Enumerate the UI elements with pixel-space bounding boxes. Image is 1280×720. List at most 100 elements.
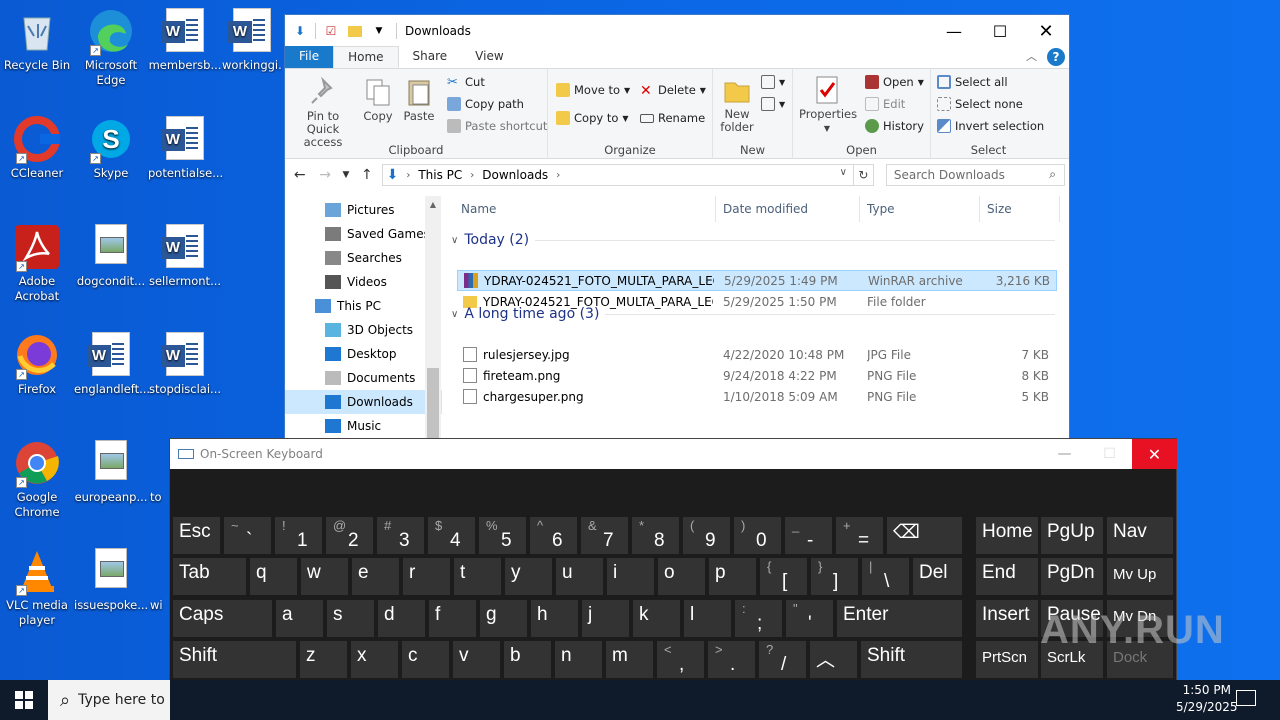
taskbar-search[interactable]: ⌕ Type here to [48, 680, 170, 720]
key-v[interactable]: v [453, 641, 500, 678]
desktop-icon-to[interactable]: to [150, 440, 170, 505]
scroll-thumb[interactable] [427, 368, 439, 444]
key-a[interactable]: a [276, 600, 323, 637]
up-arrow-icon[interactable]: ↑ [356, 163, 377, 187]
key-p[interactable]: p [709, 558, 756, 595]
key-bracket-close[interactable]: }] [811, 558, 858, 595]
copy-path-button[interactable]: Copy path [447, 97, 524, 111]
key-del[interactable]: Del [913, 558, 962, 595]
copy-button[interactable]: Copy [360, 77, 396, 123]
nav-item-saved-games[interactable]: Saved Games [285, 222, 442, 246]
nav-scrollbar[interactable]: ▲ [425, 196, 441, 444]
tab-home[interactable]: Home [333, 46, 399, 68]
key-prtscn[interactable]: PrtScn [976, 641, 1038, 678]
tab-view[interactable]: View [461, 46, 517, 68]
key-pgdn[interactable]: PgDn [1041, 558, 1103, 595]
key-4[interactable]: $4 [428, 517, 475, 554]
key-g[interactable]: g [480, 600, 527, 637]
key-t[interactable]: t [454, 558, 501, 595]
file-row[interactable]: rulesjersey.jpg 4/22/2020 10:48 PM JPG Fil… [457, 344, 1057, 365]
key-n[interactable]: n [555, 641, 602, 678]
forward-arrow-icon[interactable]: → [314, 163, 335, 187]
key-h[interactable]: h [531, 600, 578, 637]
desktop-icon-europeanp[interactable]: europeanp... [74, 440, 148, 505]
key-nav[interactable]: Nav [1107, 517, 1173, 554]
key-tab[interactable]: Tab [173, 558, 246, 595]
key-mv-up[interactable]: Mv Up [1107, 558, 1173, 595]
key-7[interactable]: & 7 [581, 517, 628, 554]
nav-item-downloads[interactable]: Downloads [285, 390, 442, 414]
pin-quick-access-button[interactable]: Pin to Quick access [289, 76, 357, 149]
desktop-icon-skype[interactable]: S ↗ Skype [74, 116, 148, 181]
key-enter[interactable]: Enter [837, 600, 962, 637]
key-0[interactable]: ) 0 [734, 517, 781, 554]
key-b[interactable]: b [504, 641, 551, 678]
desktop-icon-sellermont[interactable]: sellermont... [148, 224, 222, 289]
key-x[interactable]: x [351, 641, 398, 678]
chevron-down-icon[interactable]: ▼ [370, 22, 388, 40]
osk-maximize-button[interactable]: ☐ [1087, 439, 1132, 469]
invert-selection-button[interactable]: Invert selection [937, 119, 1044, 133]
key-pgup[interactable]: PgUp [1041, 517, 1103, 554]
key-shift-right[interactable]: Shift [861, 641, 962, 678]
down-arrow-icon[interactable]: ⬇ [291, 22, 309, 40]
group-header-long-ago[interactable]: ∨ A long time ago (3) [451, 306, 1055, 322]
key-home[interactable]: Home [976, 517, 1038, 554]
file-row[interactable]: chargesuper.png 1/10/2018 5:09 AM PNG File… [457, 386, 1057, 407]
desktop-icon-vlc[interactable]: ↗ VLC media player [0, 548, 74, 628]
key-shift-left[interactable]: Shift [173, 641, 296, 678]
key-period[interactable]: >. [708, 641, 755, 678]
file-row[interactable]: fireteam.png 9/24/2018 4:22 PM PNG File 8 K… [457, 365, 1057, 386]
key-quote[interactable]: " ' [786, 600, 833, 637]
key-esc[interactable]: Esc [173, 517, 220, 554]
desktop-icon-dogcondit[interactable]: dogcondit... [74, 224, 148, 289]
key-f[interactable]: f [429, 600, 476, 637]
key-d[interactable]: d [378, 600, 425, 637]
key-up-arrow[interactable]: ︿ [810, 641, 857, 678]
key-z[interactable]: z [300, 641, 347, 678]
history-button[interactable]: History [865, 119, 924, 133]
key-9[interactable]: (9 [683, 517, 730, 554]
key-`[interactable]: ~ ` [224, 517, 271, 554]
select-none-button[interactable]: Select none [937, 97, 1023, 111]
desktop-icon-stopdisclai[interactable]: stopdisclai... [148, 332, 222, 397]
collapse-ribbon-icon[interactable]: ︿ [1026, 48, 1037, 64]
desktop-icon-recycle-bin[interactable]: Recycle Bin [0, 8, 74, 73]
nav-item-documents[interactable]: Documents [285, 366, 442, 390]
nav-item-pictures[interactable]: Pictures [285, 198, 442, 222]
select-all-button[interactable]: Select all [937, 75, 1008, 89]
key-slash[interactable]: ? / [759, 641, 806, 678]
address-bar[interactable]: ⬇ › This PC › Downloads › ∨ ↻ [381, 164, 874, 186]
desktop-icon-membersb[interactable]: membersb... [148, 8, 222, 73]
notification-icon[interactable] [1236, 690, 1256, 706]
desktop-icon-ccleaner[interactable]: ↗ CCleaner [0, 116, 74, 181]
osk-close-button[interactable]: ✕ [1132, 439, 1177, 469]
key-end[interactable]: End [976, 558, 1038, 595]
nav-item-searches[interactable]: Searches [285, 246, 442, 270]
desktop-icon-potentialse[interactable]: potentialse... [148, 116, 223, 181]
key-q[interactable]: q [250, 558, 297, 595]
open-button[interactable]: Open ▼ [865, 75, 924, 89]
refresh-icon[interactable]: ↻ [852, 165, 873, 185]
key-l[interactable]: l [684, 600, 731, 637]
key-8[interactable]: * 8 [632, 517, 679, 554]
tab-file[interactable]: File [285, 46, 334, 68]
nav-item-this-pc[interactable]: This PC [285, 294, 442, 318]
key-2[interactable]: @2 [326, 517, 373, 554]
desktop-icon-chrome[interactable]: ↗ Google Chrome [0, 440, 74, 520]
desktop-icon-wi[interactable]: wi [150, 548, 170, 613]
back-arrow-icon[interactable]: ← [289, 163, 310, 187]
new-item-button[interactable]: ▼ [761, 75, 785, 89]
desktop-icon-issuespoke[interactable]: issuespoke... [74, 548, 148, 613]
desktop-icon-firefox[interactable]: ↗ Firefox [0, 332, 74, 397]
key-6[interactable]: ^ 6 [530, 517, 577, 554]
key-backspace[interactable]: ⌫ [887, 517, 962, 554]
nav-item-desktop[interactable]: Desktop [285, 342, 442, 366]
key-e[interactable]: e [352, 558, 399, 595]
rename-button[interactable]: Rename [640, 111, 705, 125]
nav-item-videos[interactable]: Videos [285, 270, 442, 294]
key-j[interactable]: j [582, 600, 629, 637]
properties-check-icon[interactable]: ☑ [322, 22, 340, 40]
key-s[interactable]: s [327, 600, 374, 637]
key-w[interactable]: w [301, 558, 348, 595]
